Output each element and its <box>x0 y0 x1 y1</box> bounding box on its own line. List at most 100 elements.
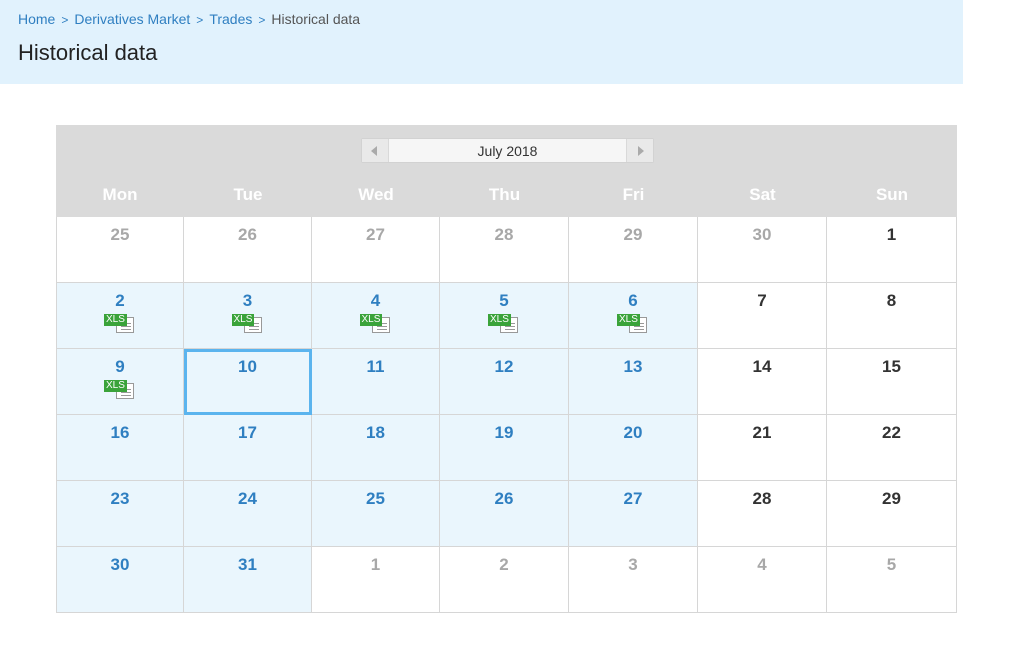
calendar-week-row: 23 24 25 26 27 28 29 <box>56 481 957 547</box>
calendar-day-cell[interactable]: 16 <box>56 415 184 481</box>
day-number: 2 <box>499 555 509 574</box>
calendar-day-cell[interactable]: 27 <box>569 481 698 547</box>
calendar-day-cell[interactable]: 30 <box>56 547 184 613</box>
calendar-day-cell[interactable]: 12 <box>440 349 569 415</box>
xls-badge: XLS <box>359 314 383 326</box>
day-number: 9 <box>115 357 125 376</box>
month-navigator: July 2018 <box>361 138 654 163</box>
weekday-sat: Sat <box>749 185 776 204</box>
calendar-day-cell[interactable]: 4 XLS <box>312 283 440 349</box>
calendar: July 2018 Mon Tue Wed Thu Fri Sat Sun 25 26 27 28… <box>56 125 957 613</box>
calendar-day-cell[interactable]: 13 <box>569 349 698 415</box>
calendar-day-cell[interactable]: 2 <box>440 547 569 613</box>
calendar-day-cell[interactable]: 5 XLS <box>440 283 569 349</box>
calendar-day-cell[interactable]: 9 XLS <box>56 349 184 415</box>
next-month-button[interactable] <box>626 139 653 162</box>
day-number: 24 <box>238 489 257 508</box>
breadcrumb-home[interactable]: Home <box>18 11 55 27</box>
xls-badge: XLS <box>231 314 255 326</box>
day-number: 19 <box>494 423 514 442</box>
day-number: 26 <box>494 489 514 508</box>
day-number: 29 <box>623 225 643 244</box>
day-number: 18 <box>366 423 385 442</box>
calendar-day-cell[interactable]: 8 <box>827 283 957 349</box>
calendar-day-cell[interactable]: 11 <box>312 349 440 415</box>
calendar-day-cell[interactable]: 28 <box>440 217 569 283</box>
calendar-week-row: 9 XLS 10 11 12 13 14 15 <box>56 349 957 415</box>
calendar-day-cell[interactable]: 4 <box>698 547 827 613</box>
day-number: 8 <box>886 291 897 310</box>
breadcrumb-separator: > <box>196 13 204 27</box>
xls-file-icon[interactable]: XLS <box>617 314 649 334</box>
day-number: 15 <box>882 357 901 376</box>
day-number: 6 <box>628 291 638 310</box>
calendar-day-cell[interactable]: 1 <box>312 547 440 613</box>
calendar-day-cell[interactable]: 1 <box>827 217 957 283</box>
breadcrumb-derivatives-market[interactable]: Derivatives Market <box>74 11 190 27</box>
calendar-day-cell[interactable]: 28 <box>698 481 827 547</box>
calendar-day-cell[interactable]: 26 <box>184 217 312 283</box>
breadcrumb: Home > Derivatives Market > Trades > Historica… <box>18 11 360 27</box>
calendar-day-cell-selected[interactable]: 10 <box>184 349 312 415</box>
calendar-day-cell[interactable]: 22 <box>827 415 957 481</box>
calendar-day-cell[interactable]: 24 <box>184 481 312 547</box>
calendar-day-cell[interactable]: 27 <box>312 217 440 283</box>
calendar-day-cell[interactable]: 5 <box>827 547 957 613</box>
day-number: 29 <box>882 489 901 508</box>
calendar-day-cell[interactable]: 3 XLS <box>184 283 312 349</box>
day-number: 1 <box>370 555 381 574</box>
calendar-day-cell[interactable]: 23 <box>56 481 184 547</box>
calendar-day-cell[interactable]: 26 <box>440 481 569 547</box>
calendar-day-cell[interactable]: 31 <box>184 547 312 613</box>
calendar-week-row: 30 31 1 2 3 4 5 <box>56 547 957 613</box>
calendar-day-cell[interactable]: 14 <box>698 349 827 415</box>
day-number: 3 <box>628 555 638 574</box>
month-label[interactable]: July 2018 <box>388 143 627 159</box>
calendar-day-cell[interactable]: 19 <box>440 415 569 481</box>
calendar-header: July 2018 Mon Tue Wed Thu Fri Sat Sun <box>56 125 957 217</box>
day-number: 28 <box>752 489 772 508</box>
calendar-day-cell[interactable]: 15 <box>827 349 957 415</box>
breadcrumb-separator: > <box>258 13 266 27</box>
calendar-day-cell[interactable]: 7 <box>698 283 827 349</box>
calendar-day-cell[interactable]: 18 <box>312 415 440 481</box>
xls-badge: XLS <box>104 314 127 326</box>
calendar-day-cell[interactable]: 29 <box>569 217 698 283</box>
calendar-day-cell[interactable]: 29 <box>827 481 957 547</box>
day-number: 27 <box>366 225 385 244</box>
day-number: 2 <box>115 291 125 310</box>
calendar-day-cell[interactable]: 21 <box>698 415 827 481</box>
weekday-thu: Thu <box>488 185 521 204</box>
calendar-day-cell[interactable]: 30 <box>698 217 827 283</box>
weekday-tue: Tue <box>233 185 263 204</box>
xls-badge: XLS <box>104 380 127 392</box>
calendar-day-cell[interactable]: 17 <box>184 415 312 481</box>
day-number: 25 <box>110 225 130 244</box>
breadcrumb-trades[interactable]: Trades <box>209 11 252 27</box>
day-number: 26 <box>238 225 257 244</box>
day-number: 5 <box>886 555 897 574</box>
calendar-day-cell[interactable]: 25 <box>312 481 440 547</box>
page-title: Historical data <box>18 40 158 65</box>
day-number: 22 <box>882 423 901 442</box>
xls-file-icon[interactable]: XLS <box>359 314 392 334</box>
calendar-week-row: 16 17 18 19 20 21 22 <box>56 415 957 481</box>
xls-file-icon[interactable]: XLS <box>231 314 264 334</box>
day-number: 28 <box>494 225 514 244</box>
calendar-day-cell[interactable]: 20 <box>569 415 698 481</box>
xls-file-icon[interactable]: XLS <box>488 314 520 334</box>
weekday-fri: Fri <box>622 185 645 204</box>
day-number: 30 <box>110 555 130 574</box>
weekday-wed: Wed <box>358 185 394 204</box>
calendar-day-cell[interactable]: 3 <box>569 547 698 613</box>
prev-month-button[interactable] <box>362 139 389 162</box>
xls-file-icon[interactable]: XLS <box>104 314 136 334</box>
day-number: 3 <box>242 291 253 310</box>
calendar-day-cell[interactable]: 6 XLS <box>569 283 698 349</box>
xls-file-icon[interactable]: XLS <box>104 380 136 400</box>
day-number: 17 <box>238 423 257 442</box>
day-number: 11 <box>366 357 385 376</box>
calendar-day-cell[interactable]: 25 <box>56 217 184 283</box>
calendar-day-cell[interactable]: 2 XLS <box>56 283 184 349</box>
day-number: 30 <box>752 225 772 244</box>
